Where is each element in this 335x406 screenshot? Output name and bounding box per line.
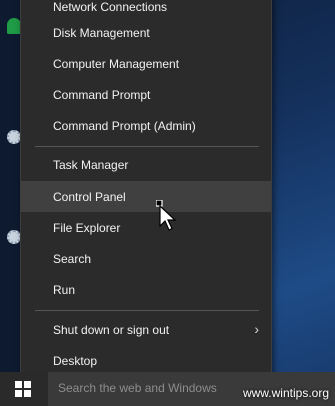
menu-item-disk-management[interactable]: Disk Management <box>21 17 271 48</box>
menu-item-label: Desktop <box>53 353 98 368</box>
menu-separator <box>35 310 259 311</box>
menu-item-label: Control Panel <box>53 189 126 204</box>
menu-item-label: File Explorer <box>53 220 121 235</box>
desktop-settings-icon[interactable] <box>7 230 21 246</box>
menu-item-label: Command Prompt (Admin) <box>53 118 196 133</box>
menu-item-shut-down[interactable]: Shut down or sign out › <box>21 314 271 345</box>
menu-item-label: Search <box>53 251 92 266</box>
menu-item-label: Run <box>53 282 76 297</box>
menu-item-search[interactable]: Search <box>21 243 271 274</box>
menu-item-file-explorer[interactable]: File Explorer <box>21 212 271 243</box>
watermark: www.wintips.org <box>242 386 329 400</box>
menu-item-label: Network Connections <box>53 0 168 14</box>
winx-context-menu: Network Connections Disk Management Comp… <box>20 0 272 383</box>
menu-item-computer-management[interactable]: Computer Management <box>21 48 271 79</box>
chevron-right-icon: › <box>254 321 259 337</box>
menu-item-label: Shut down or sign out <box>53 322 170 337</box>
start-button[interactable] <box>0 372 48 406</box>
menu-item-run[interactable]: Run <box>21 274 271 305</box>
desktop-settings-icon[interactable] <box>7 130 21 146</box>
mouse-cursor-icon <box>156 200 177 231</box>
desktop-app-icon[interactable] <box>7 18 21 34</box>
menu-item-command-prompt-admin[interactable]: Command Prompt (Admin) <box>21 110 271 141</box>
windows-logo-icon <box>15 381 31 397</box>
search-placeholder: Search the web and Windows <box>58 381 217 395</box>
menu-separator <box>35 146 259 147</box>
menu-item-label: Computer Management <box>53 56 180 71</box>
menu-item-control-panel[interactable]: Control Panel <box>21 181 271 212</box>
menu-item-label: Command Prompt <box>53 87 151 102</box>
menu-item-label: Task Manager <box>53 157 129 172</box>
menu-item-command-prompt[interactable]: Command Prompt <box>21 79 271 110</box>
taskbar: Search the web and Windows www.wintips.o… <box>0 372 335 406</box>
menu-item-label: Disk Management <box>53 25 150 40</box>
menu-item-task-manager[interactable]: Task Manager <box>21 149 271 180</box>
desktop-icon-strip <box>0 0 22 372</box>
